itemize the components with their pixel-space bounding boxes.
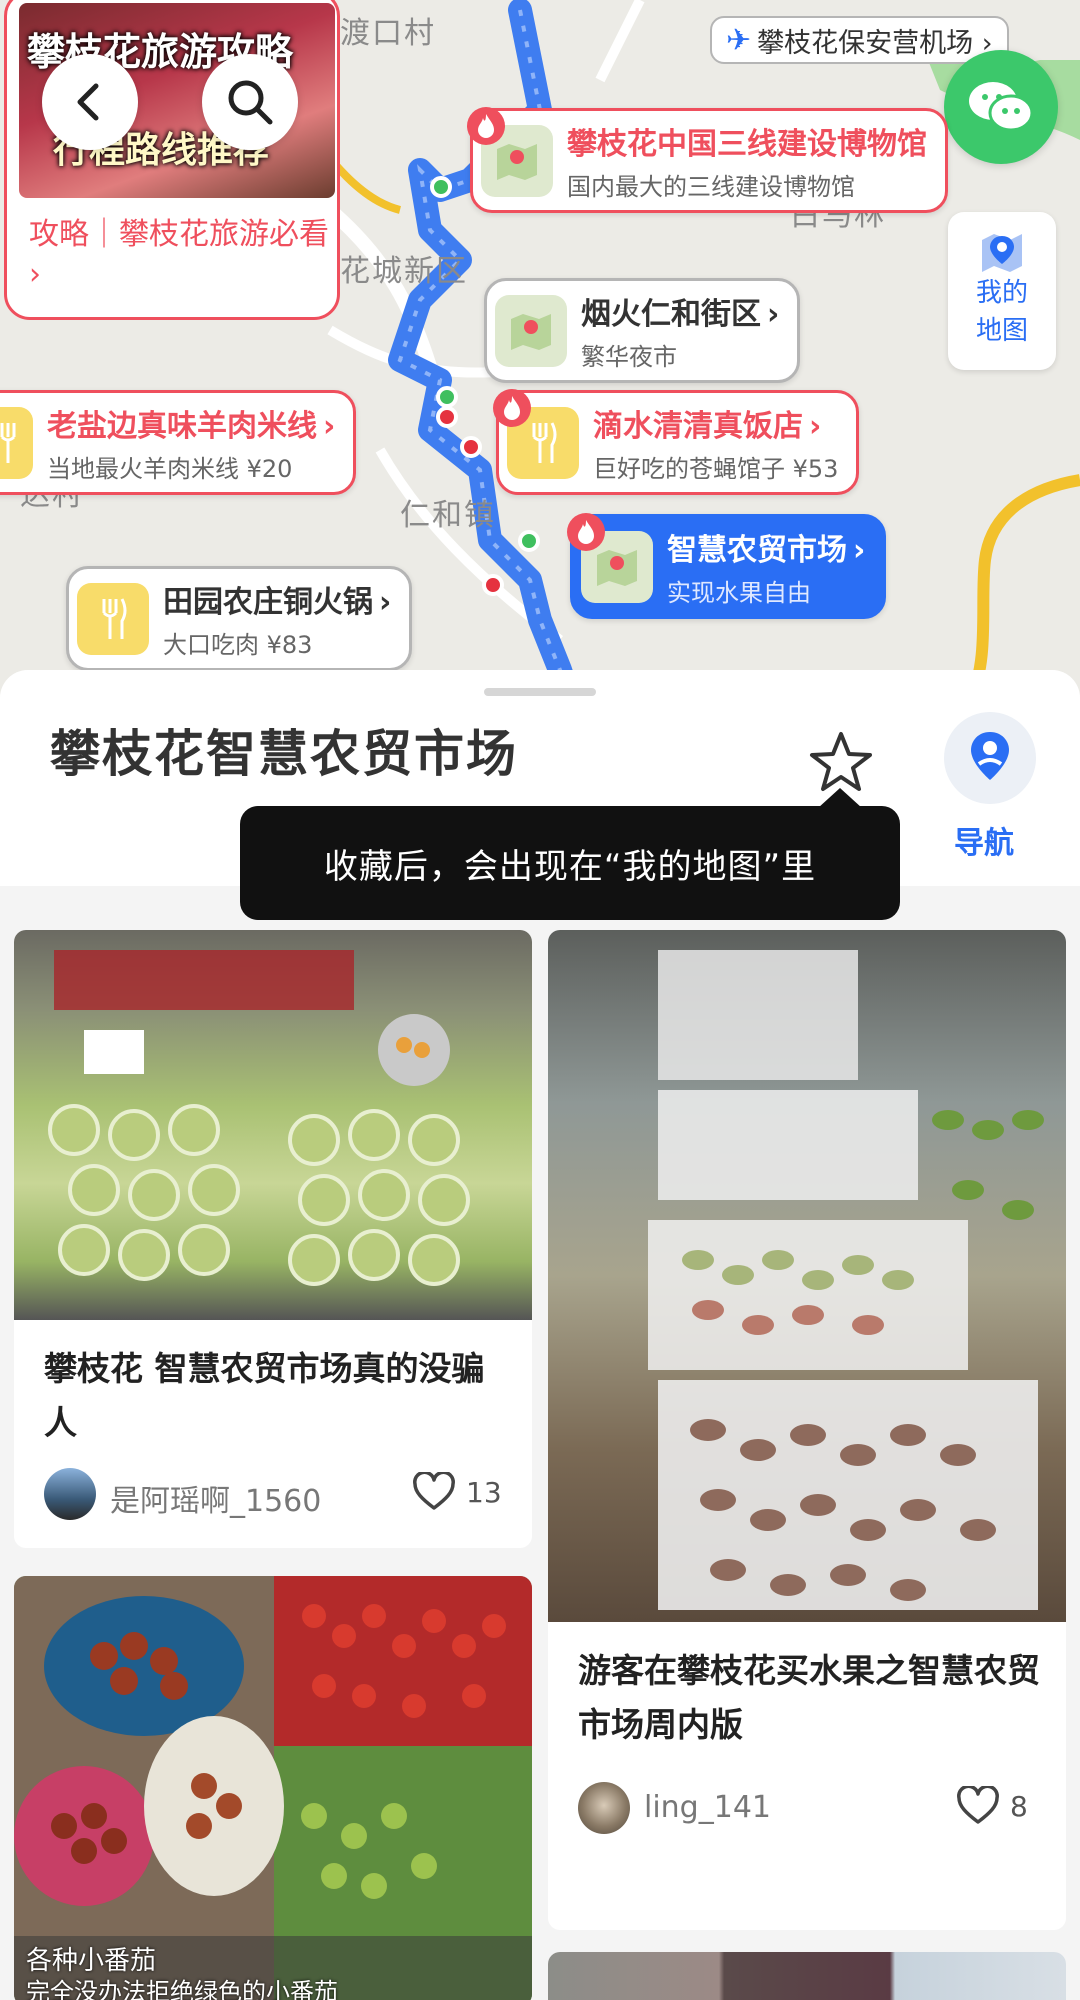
chevron-right-icon: › (379, 585, 392, 620)
post-card[interactable] (548, 1952, 1066, 2000)
post-image-caption-2: 完全没办法拒绝绿色的小番茄 (26, 1978, 338, 2000)
poi-restaurant-subtitle: 巨好吃的苍蝇馆子 ¥53 (593, 455, 839, 483)
place-bottom-sheet[interactable]: 攀枝花智慧农贸市场 导航 收藏后，会出现在“我的地图”里 攀枝花 智慧农贸市场真… (0, 670, 1080, 2000)
guide-card-text: 攻略｜攀枝花旅游必看 › (29, 217, 329, 292)
search-button[interactable] (202, 54, 298, 150)
chevron-right-icon: › (853, 533, 866, 568)
chevron-right-icon: › (767, 297, 780, 332)
chevron-left-icon (77, 83, 99, 121)
navigation-icon (971, 732, 1009, 780)
post-title: 攀枝花 智慧农贸市场真的没骗人 (44, 1349, 485, 1442)
like-count: 13 (466, 1475, 502, 1509)
favorite-tooltip: 收藏后，会出现在“我的地图”里 (240, 806, 900, 920)
poi-hotpot-title: 田园农庄铜火锅 (163, 585, 373, 620)
post-image[interactable] (548, 1952, 1066, 2000)
map-thumbnail-icon (567, 512, 653, 603)
poi-hotpot-subtitle: 大口吃肉 ¥83 (163, 631, 313, 659)
post-image[interactable] (548, 930, 1066, 1622)
post-card[interactable]: 各种小番茄 完全没办法拒绝绿色的小番茄 (14, 1576, 532, 2000)
poi-smart-market[interactable]: 智慧农贸市场 › 实现水果自由 (567, 512, 887, 619)
fire-icon (493, 388, 531, 427)
avatar[interactable] (44, 1468, 96, 1520)
poi-night-street-title: 烟火仁和街区 (581, 297, 761, 332)
like-button[interactable]: 13 (412, 1472, 502, 1512)
post-image[interactable] (14, 930, 532, 1320)
route-stop-pin[interactable] (518, 530, 540, 552)
poi-lamb-noodle-title: 老盐边真味羊肉米线 (47, 409, 317, 444)
map-label-renhe-town: 仁和镇 (400, 498, 496, 533)
map-label-huacheng: 花城新区 (340, 254, 468, 289)
avatar[interactable] (578, 1782, 630, 1834)
route-stop-pin[interactable] (436, 386, 458, 408)
airport-label-text: 攀枝花保安营机场 › (757, 27, 993, 59)
poi-lamb-noodle-subtitle: 当地最火羊肉米线 ¥20 (47, 455, 293, 483)
map-pin-icon (982, 234, 1022, 272)
poi-restaurant[interactable]: 滴水清清真饭店 › 巨好吃的苍蝇馆子 ¥53 (493, 388, 860, 495)
poi-night-street-subtitle: 繁华夜市 (581, 343, 677, 371)
poi-museum-subtitle: 国内最大的三线建设博物馆 (567, 173, 855, 201)
route-stop-pin[interactable] (430, 176, 452, 198)
poi-smart-market-subtitle: 实现水果自由 (667, 579, 811, 607)
post-card[interactable]: 游客在攀枝花买水果之智慧农贸市场周内版 ling_141 8 (548, 930, 1066, 1930)
drag-handle[interactable] (484, 688, 596, 696)
tooltip-arrow (818, 788, 862, 808)
food-icon (493, 388, 579, 479)
map-label-dukou: 渡口村 (340, 16, 436, 51)
tooltip-text: 收藏后，会出现在“我的地图”里 (323, 846, 817, 887)
map-thumbnail-icon (495, 294, 567, 367)
fire-icon (467, 106, 505, 145)
poi-lamb-noodle[interactable]: 老盐边真味羊肉米线 › 当地最火羊肉米线 ¥20 (0, 390, 357, 495)
post-author[interactable]: ling_141 (644, 1790, 771, 1825)
map-thumbnail-icon (467, 106, 553, 197)
heart-icon (413, 1472, 455, 1510)
route-stop-pin[interactable] (482, 574, 504, 596)
back-button[interactable] (42, 54, 138, 150)
food-icon (77, 582, 149, 655)
navigation-button[interactable] (944, 712, 1036, 804)
wechat-icon (969, 82, 1034, 132)
my-map-button[interactable]: 我的地图 (948, 212, 1056, 370)
chevron-right-icon: › (323, 409, 336, 444)
map-view[interactable]: 渡口村 花城新区 仁和镇 达村 白马林 攀枝花旅游攻略 行程路线推荐 攻略｜攀枝… (0, 0, 1080, 700)
heart-icon (957, 1786, 999, 1824)
poi-museum[interactable]: 攀枝花中国三线建设博物馆 国内最大的三线建设博物馆 (467, 106, 948, 213)
poi-hotpot[interactable]: 田园农庄铜火锅 › 大口吃肉 ¥83 (66, 566, 413, 671)
post-title: 游客在攀枝花买水果之智慧农贸市场周内版 (578, 1651, 1040, 1744)
post-author[interactable]: 是阿瑶啊_1560 (110, 1476, 321, 1520)
navigation-label[interactable]: 导航 (954, 818, 1014, 862)
route-stop-pin[interactable] (436, 406, 458, 428)
poi-smart-market-title: 智慧农贸市场 (667, 533, 847, 568)
plane-icon: ✈ (726, 22, 752, 58)
like-button[interactable]: 8 (956, 1786, 1028, 1826)
chevron-right-icon: › (809, 409, 822, 444)
post-card[interactable]: 攀枝花 智慧农贸市场真的没骗人 是阿瑶啊_1560 13 (14, 930, 532, 1548)
poi-restaurant-title: 滴水清清真饭店 (593, 409, 803, 444)
wechat-share-button[interactable] (944, 50, 1058, 164)
place-title: 攀枝花智慧农贸市场 (50, 725, 518, 783)
route-stop-pin[interactable] (460, 436, 482, 458)
search-icon (228, 80, 273, 125)
poi-night-street[interactable]: 烟火仁和街区 › 繁华夜市 (484, 278, 801, 383)
guide-card[interactable]: 攀枝花旅游攻略 行程路线推荐 攻略｜攀枝花旅游必看 › (4, 0, 340, 320)
poi-museum-title: 攀枝花中国三线建设博物馆 (567, 127, 927, 162)
my-map-label: 我的地图 (975, 278, 1028, 346)
food-icon (0, 406, 33, 479)
post-image[interactable]: 各种小番茄 完全没办法拒绝绿色的小番茄 (14, 1576, 532, 2000)
airport-label[interactable]: ✈ 攀枝花保安营机场 › (710, 16, 1009, 64)
fire-icon (567, 512, 605, 551)
like-count: 8 (1010, 1789, 1028, 1823)
